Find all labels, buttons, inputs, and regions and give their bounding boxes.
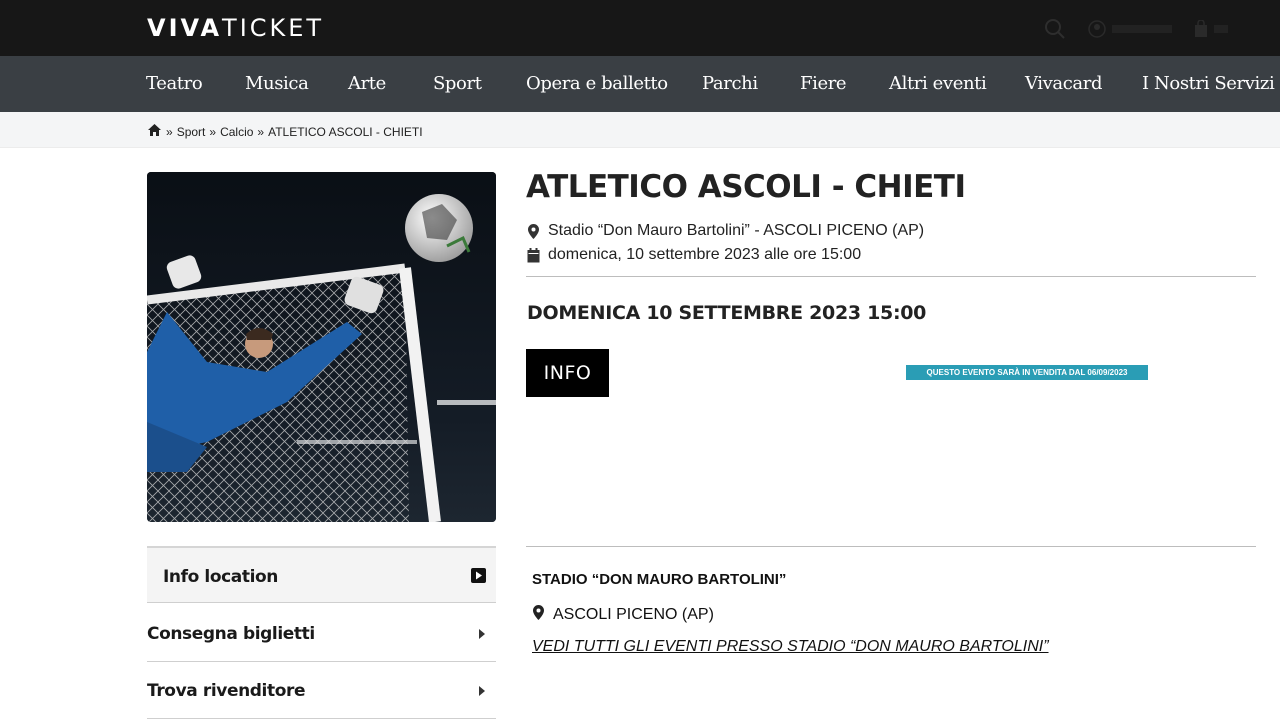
breadcrumb: » Sport » Calcio » ATLETICO ASCOLI - CHI… [147,123,423,140]
event-divider [526,276,1256,277]
event-venue: Stadio “Don Mauro Bartolini” - ASCOLI PI… [548,222,925,239]
logo-light: TICKET [222,14,325,42]
cart-icon[interactable] [1194,20,1228,38]
breadcrumb-separator: » [257,124,265,139]
search-icon[interactable] [1044,18,1066,40]
top-bar: VIVATICKET [0,0,1280,56]
nav-item-arte[interactable]: Arte [348,72,386,96]
breadcrumb-sport[interactable]: Sport [177,125,206,139]
event-date-row: domenica, 10 settembre 2023 alle ore 15:… [527,246,861,264]
location-name: STADIO “DON MAURO BARTOLINI” [532,571,787,588]
sale-date-badge: QUESTO EVENTO SARÀ IN VENDITA DAL 06/09/… [906,365,1148,380]
event-image [147,172,496,522]
location-pin-icon [532,604,545,626]
language-placeholder [1214,25,1228,33]
home-icon[interactable] [147,123,162,140]
nav-item-teatro[interactable]: Teatro [146,72,203,96]
location-city-row: ASCOLI PICENO (AP) [532,604,714,626]
header-actions [1044,18,1228,40]
nav-item-sport[interactable]: Sport [433,72,482,96]
accordion-trova-rivenditore[interactable]: Trova rivenditore [147,662,496,719]
user-label-placeholder [1112,25,1172,33]
info-button[interactable]: INFO [526,349,609,397]
event-datetime: domenica, 10 settembre 2023 alle ore 15:… [548,246,862,263]
event-date-heading: DOMENICA 10 SETTEMBRE 2023 15:00 [527,302,927,324]
breadcrumb-bar: » Sport » Calcio » ATLETICO ASCOLI - CHI… [0,112,1280,148]
calendar-icon [527,247,540,263]
play-square-icon [471,568,486,588]
nav-item-parchi[interactable]: Parchi [702,72,758,96]
nav-item-musica[interactable]: Musica [245,72,309,96]
accordion-consegna-biglietti[interactable]: Consegna biglietti [147,605,496,662]
breadcrumb-separator: » [166,124,173,139]
nav-item-opera-balletto[interactable]: Opera e balletto [526,72,668,96]
nav-item-vivacard[interactable]: Vivacard [1025,72,1102,96]
venue-events-link[interactable]: VEDI TUTTI GLI EVENTI PRESSO STADIO “DON… [532,638,1049,656]
main-nav: Teatro Musica Arte Sport Opera e ballett… [0,56,1280,112]
section-divider [526,546,1256,547]
breadcrumb-separator: » [209,124,217,139]
breadcrumb-current: ATLETICO ASCOLI - CHIETI [268,124,423,139]
location-city: ASCOLI PICENO (AP) [553,606,714,623]
accordion-label: Trova rivenditore [147,681,306,701]
caret-right-icon [478,684,486,702]
logo-bold: VIVA [147,14,223,42]
accordion-info-location[interactable]: Info location [147,546,496,603]
vivaticket-logo[interactable]: VIVATICKET [147,14,324,42]
nav-item-servizi[interactable]: I Nostri Servizi [1142,72,1275,96]
accordion-label: Info location [163,567,279,587]
location-pin-icon [527,223,540,240]
event-venue-row: Stadio “Don Mauro Bartolini” - ASCOLI PI… [527,222,924,240]
user-icon[interactable] [1088,20,1172,38]
breadcrumb-calcio[interactable]: Calcio [220,125,253,139]
event-title: ATLETICO ASCOLI - CHIETI [526,169,966,205]
caret-right-icon [478,627,486,645]
nav-item-fiere[interactable]: Fiere [800,72,847,96]
nav-item-altri-eventi[interactable]: Altri eventi [889,72,987,96]
accordion-label: Consegna biglietti [147,624,315,644]
